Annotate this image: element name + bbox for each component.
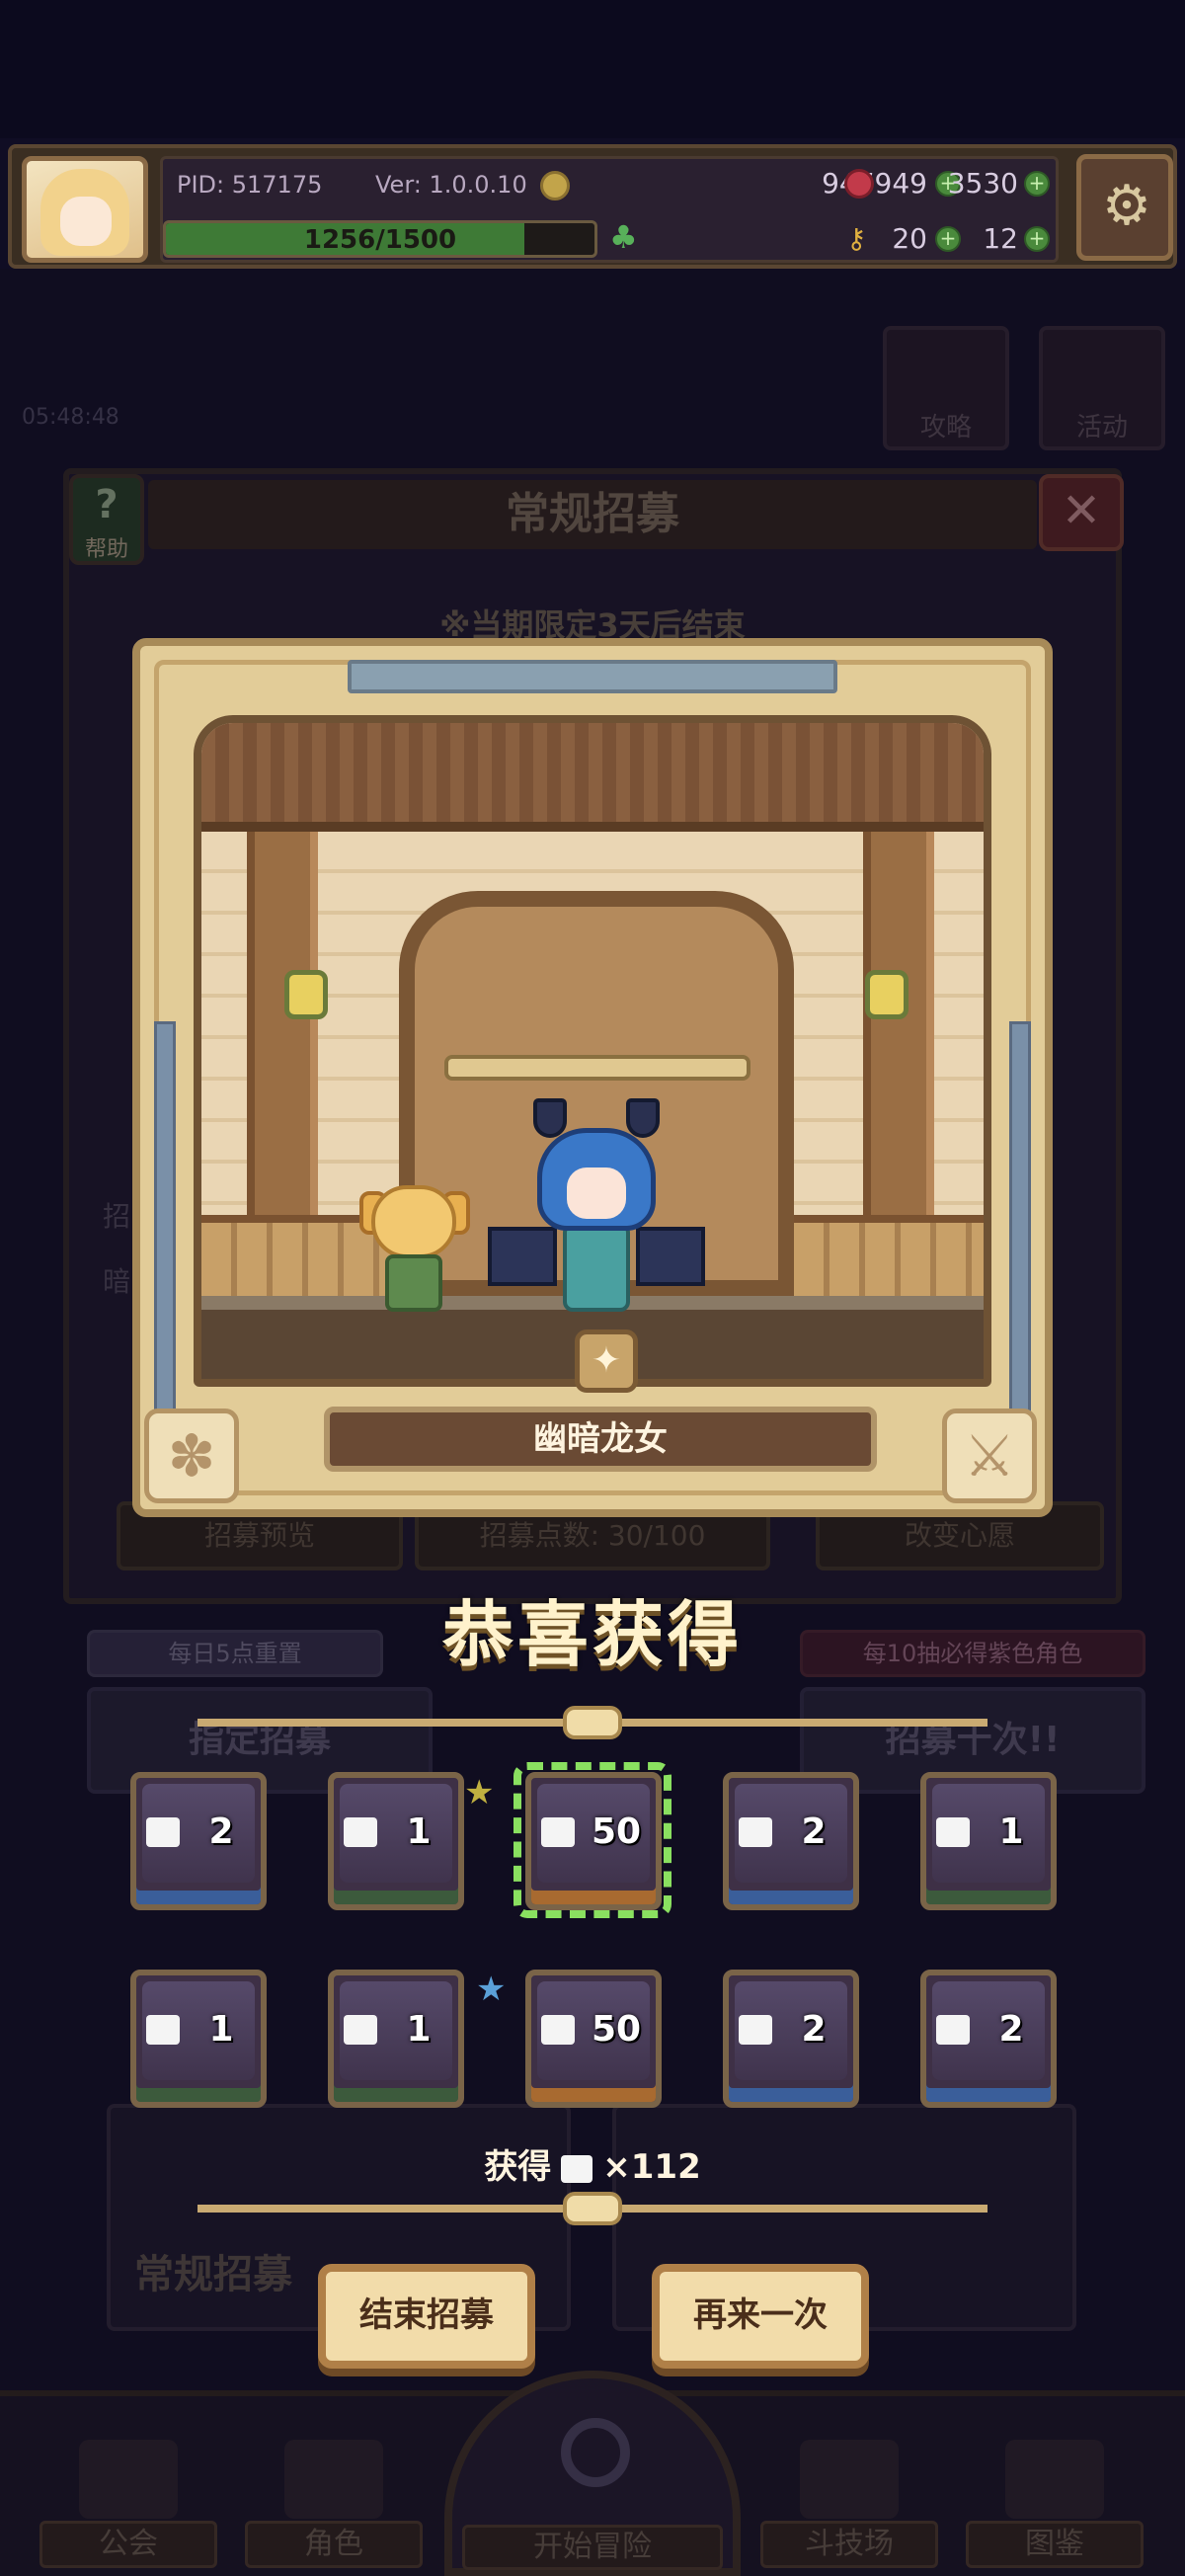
congrats-title: 恭喜获得 bbox=[441, 1593, 743, 1676]
star-icon: ★ bbox=[464, 1773, 495, 1812]
reward-item[interactable]: 50 bbox=[525, 1772, 662, 1910]
character-stage bbox=[194, 715, 991, 1387]
character-card: ✦ 幽暗龙女 ✽ ⚔ bbox=[132, 638, 1053, 1517]
star-icon: ★ bbox=[476, 1970, 507, 2009]
player-id: PID: 517175 bbox=[177, 171, 323, 199]
divider-gem bbox=[563, 2192, 622, 2225]
reward-quantity: 1 bbox=[998, 1811, 1024, 1852]
reward-item[interactable]: 1 bbox=[920, 1772, 1057, 1910]
status-bar: PID: 517175 Ver: 1.0.0.10 947949 + 3530 … bbox=[8, 144, 1177, 269]
stage-roof bbox=[201, 723, 984, 832]
fragment-icon bbox=[541, 1817, 575, 1847]
dog-girl-sprite bbox=[359, 1185, 470, 1312]
dragon-wing bbox=[636, 1227, 705, 1286]
gear-icon: ⚙ bbox=[1101, 174, 1152, 238]
reward-item[interactable]: 2 bbox=[723, 1970, 859, 2108]
element-emblem-icon: ✦ bbox=[575, 1329, 638, 1393]
recruit-again-button[interactable]: 再来一次 bbox=[652, 2264, 869, 2369]
reward-item[interactable]: 2 bbox=[130, 1772, 267, 1910]
obtain-summary: 获得 ×112 bbox=[0, 2139, 1185, 2188]
reward-item[interactable]: 1 bbox=[328, 1970, 464, 2108]
reward-quantity: 1 bbox=[208, 2009, 234, 2050]
fragment-icon bbox=[936, 1817, 970, 1847]
settings-button[interactable]: ⚙ bbox=[1076, 154, 1173, 261]
card-side-strip-right bbox=[1009, 1021, 1031, 1416]
reward-item[interactable]: 2 bbox=[723, 1772, 859, 1910]
dog-head bbox=[371, 1185, 456, 1258]
reward-quantity: 50 bbox=[591, 1811, 642, 1852]
gem-amount: 3530 bbox=[947, 167, 1018, 200]
fragment-icon bbox=[541, 2015, 575, 2045]
reward-quantity: 50 bbox=[591, 2009, 642, 2050]
exp-bar: 1256/1500 bbox=[163, 220, 597, 258]
dragon-horn bbox=[533, 1098, 567, 1138]
reward-quantity: 1 bbox=[406, 2009, 432, 2050]
dragon-horn bbox=[626, 1098, 660, 1138]
key-icon: ⚷ bbox=[846, 222, 867, 255]
reward-quantity: 2 bbox=[801, 1811, 827, 1852]
add-key-icon[interactable]: + bbox=[1024, 226, 1050, 252]
fragment-icon bbox=[739, 1817, 772, 1847]
gold-coin-icon bbox=[540, 171, 570, 201]
game-version: Ver: 1.0.0.10 bbox=[375, 171, 527, 199]
card-top-strip bbox=[348, 660, 837, 693]
paw-icon: ✽ bbox=[144, 1409, 239, 1503]
gold-amount: 947949 bbox=[822, 167, 927, 200]
dragon-wing bbox=[488, 1227, 557, 1286]
player-avatar[interactable] bbox=[22, 156, 148, 263]
fragment-icon bbox=[344, 2015, 377, 2045]
dog-body bbox=[385, 1254, 442, 1312]
clover-amount: 20 bbox=[892, 222, 927, 255]
fragment-icon bbox=[739, 2015, 772, 2045]
fragment-icon bbox=[561, 2154, 593, 2183]
top-band bbox=[0, 0, 1185, 138]
dragon-face bbox=[567, 1167, 626, 1219]
door-bar bbox=[444, 1055, 750, 1081]
fragment-icon bbox=[936, 2015, 970, 2045]
reward-quantity: 2 bbox=[208, 1811, 234, 1852]
avatar-face bbox=[60, 197, 112, 246]
character-name: 幽暗龙女 bbox=[324, 1407, 877, 1472]
exp-text: 1256/1500 bbox=[303, 225, 457, 255]
fragment-icon bbox=[344, 1817, 377, 1847]
dragon-girl-sprite bbox=[488, 1098, 705, 1326]
divider-gem bbox=[563, 1706, 622, 1739]
fragment-icon bbox=[146, 1817, 180, 1847]
lamp-icon bbox=[284, 970, 328, 1019]
reward-item[interactable]: 50 bbox=[525, 1970, 662, 2108]
card-side-strip-left bbox=[154, 1021, 176, 1416]
obtain-total: ×112 bbox=[602, 2147, 701, 2187]
add-gem-icon[interactable]: + bbox=[1024, 171, 1050, 197]
reward-item[interactable]: 1 bbox=[328, 1772, 464, 1910]
key-amount: 12 bbox=[983, 222, 1018, 255]
reward-quantity: 2 bbox=[998, 2009, 1024, 2050]
reward-item[interactable]: 2 bbox=[920, 1970, 1057, 2108]
player-info: PID: 517175 Ver: 1.0.0.10 947949 + 3530 … bbox=[160, 156, 1059, 263]
obtain-prefix: 获得 bbox=[484, 2147, 552, 2187]
ruby-icon bbox=[844, 169, 874, 199]
reward-quantity: 2 bbox=[801, 2009, 827, 2050]
reward-quantity: 1 bbox=[406, 1811, 432, 1852]
stage-rail-right bbox=[794, 1215, 984, 1296]
lamp-icon bbox=[865, 970, 908, 1019]
fragment-icon bbox=[146, 2015, 180, 2045]
end-recruit-button[interactable]: 结束招募 bbox=[318, 2264, 535, 2369]
clover-icon: ♣ bbox=[609, 218, 638, 256]
reward-item[interactable]: 1 bbox=[130, 1970, 267, 2108]
sword-icon: ⚔ bbox=[942, 1409, 1037, 1503]
dragon-body bbox=[563, 1223, 630, 1312]
